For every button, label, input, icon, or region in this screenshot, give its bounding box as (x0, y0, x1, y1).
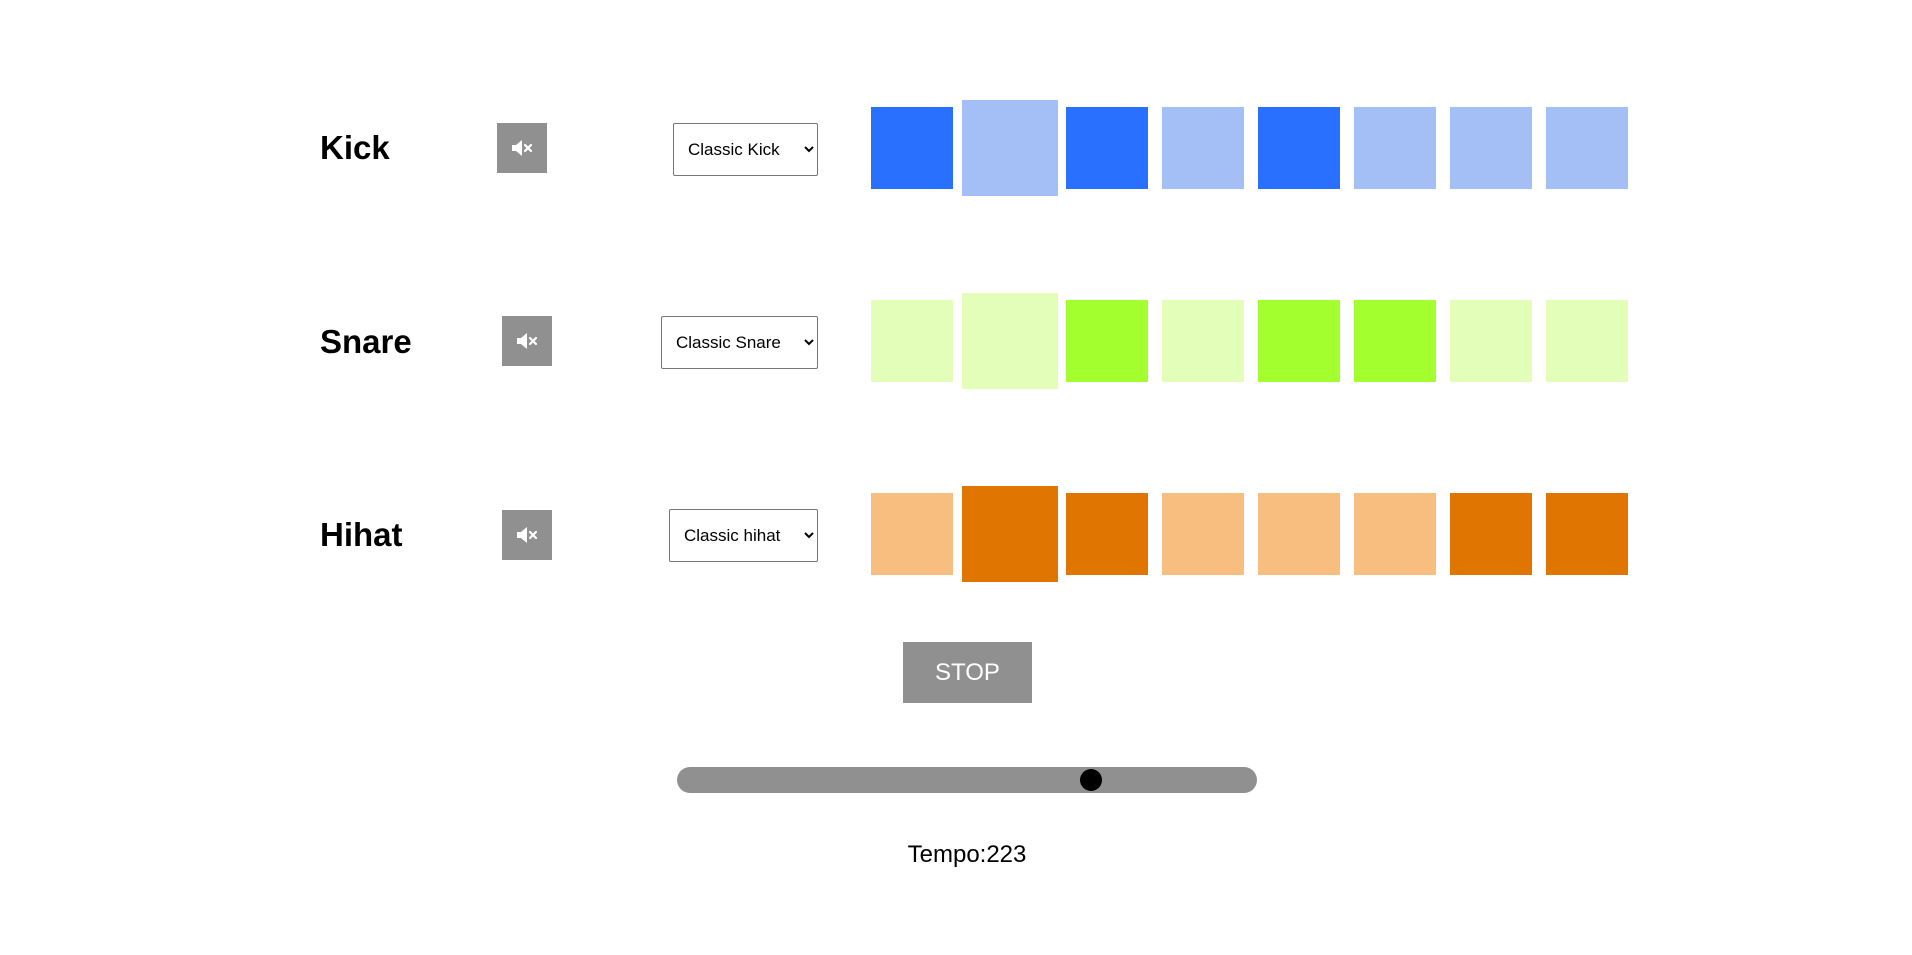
track-name-kick: Kick (320, 129, 390, 166)
step-pad-kick-7[interactable] (1450, 107, 1532, 189)
step-pad-snare-1[interactable] (871, 300, 953, 382)
track-name-hihat: Hihat (320, 516, 403, 553)
step-pad-kick-6[interactable] (1354, 107, 1436, 189)
step-pad-snare-5[interactable] (1258, 300, 1340, 382)
tempo-readout: Tempo:223 (907, 841, 1027, 868)
step-pad-snare-2[interactable] (962, 293, 1058, 389)
step-pad-snare-4[interactable] (1162, 300, 1244, 382)
track-name-snare: Snare (320, 323, 412, 360)
step-pad-hihat-1[interactable] (871, 493, 953, 575)
step-pad-snare-6[interactable] (1354, 300, 1436, 382)
tempo-slider-thumb[interactable] (1079, 769, 1102, 791)
step-pad-hihat-2[interactable] (962, 486, 1058, 582)
step-pad-hihat-4[interactable] (1162, 493, 1244, 575)
step-pad-kick-8[interactable] (1546, 107, 1628, 189)
step-pad-hihat-3[interactable] (1066, 493, 1148, 575)
step-pad-hihat-5[interactable] (1258, 493, 1340, 575)
step-pad-hihat-6[interactable] (1354, 493, 1436, 575)
mute-button-snare[interactable] (502, 316, 552, 366)
stop-button[interactable]: STOP (903, 642, 1032, 703)
step-pad-hihat-8[interactable] (1546, 493, 1628, 575)
step-pad-kick-5[interactable] (1258, 107, 1340, 189)
step-pad-hihat-7[interactable] (1450, 493, 1532, 575)
speaker-muted-icon (516, 526, 538, 544)
mute-button-hihat[interactable] (502, 510, 552, 560)
sound-select-hihat[interactable]: Classic hihat (669, 509, 818, 562)
step-pad-snare-7[interactable] (1450, 300, 1532, 382)
step-pad-snare-8[interactable] (1546, 300, 1628, 382)
sound-select-snare[interactable]: Classic Snare (661, 316, 818, 369)
speaker-muted-icon (511, 139, 533, 157)
mute-button-kick[interactable] (497, 123, 547, 173)
step-pad-snare-3[interactable] (1066, 300, 1148, 382)
step-pad-kick-4[interactable] (1162, 107, 1244, 189)
speaker-muted-icon (516, 332, 538, 350)
step-pad-kick-3[interactable] (1066, 107, 1148, 189)
tempo-slider[interactable] (677, 767, 1257, 793)
step-pad-kick-1[interactable] (871, 107, 953, 189)
step-pad-kick-2[interactable] (962, 100, 1058, 196)
sound-select-kick[interactable]: Classic Kick (673, 123, 818, 176)
